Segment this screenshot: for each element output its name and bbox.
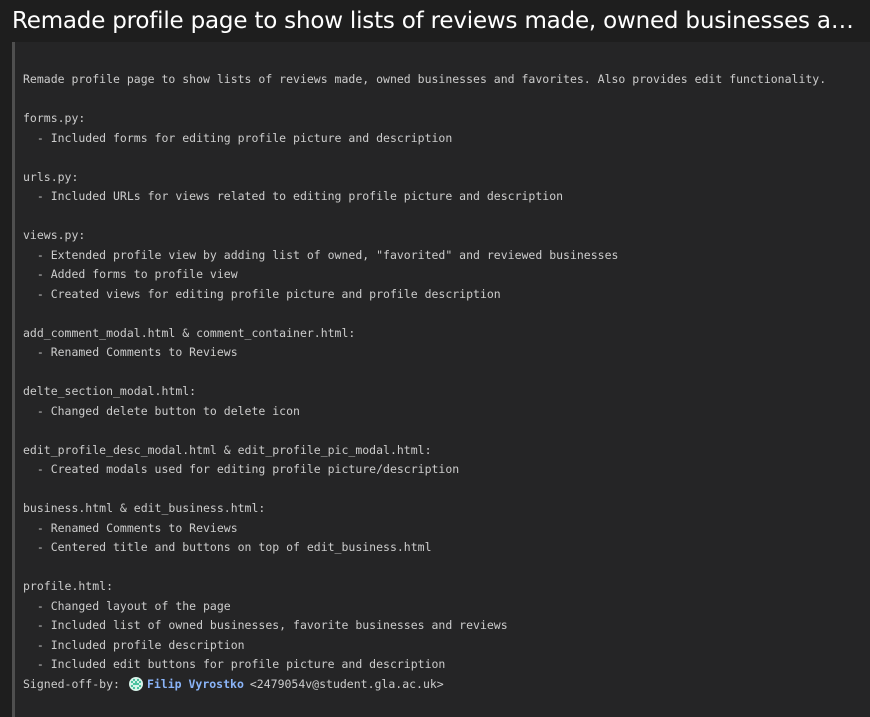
signed-off-by-line: Signed-off-by: Filip Vyrostko <2479054v@… — [23, 674, 444, 694]
commit-message-body: Remade profile page to show lists of rev… — [23, 72, 827, 671]
author-email: <2479054v@student.gla.ac.uk> — [249, 677, 444, 691]
signed-off-by-label: Signed-off-by: — [23, 677, 120, 691]
author-link[interactable]: Filip Vyrostko — [147, 677, 244, 691]
identicon-avatar-icon[interactable] — [128, 677, 143, 691]
commit-message-panel: Remade profile page to show lists of rev… — [12, 42, 870, 717]
commit-title: Remade profile page to show lists of rev… — [12, 8, 860, 34]
